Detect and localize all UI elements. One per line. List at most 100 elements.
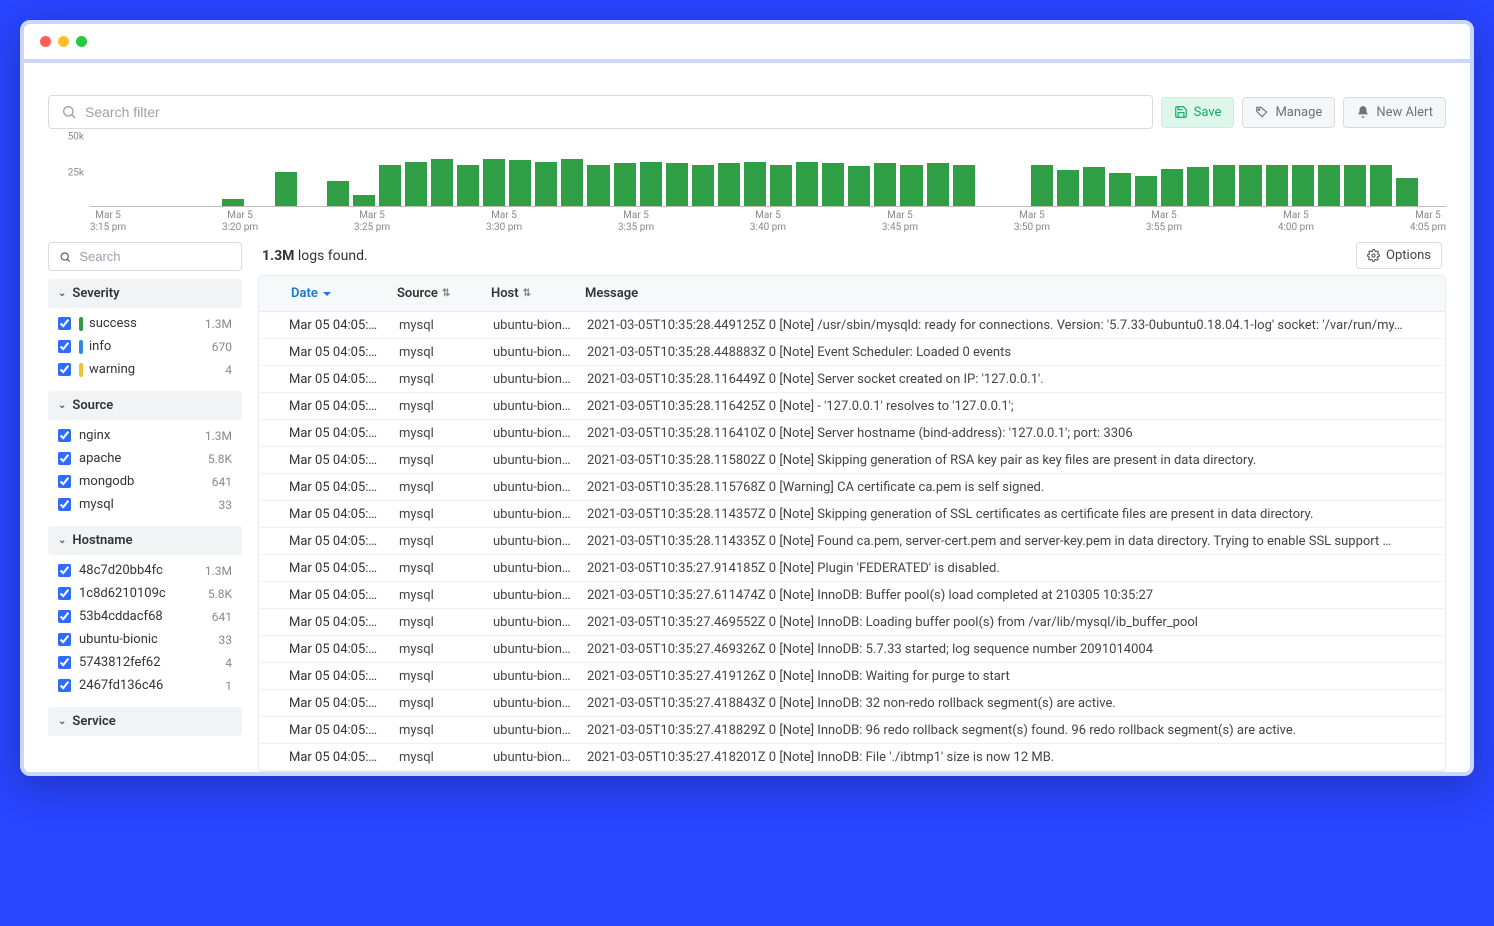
chart-bar[interactable] [1213,165,1235,206]
table-row[interactable]: Mar 05 04:05:39mysqlubuntu-bionic2021-03… [259,366,1445,393]
chart-bar[interactable] [1187,167,1209,206]
table-row[interactable]: Mar 05 04:05:39mysqlubuntu-bionic2021-03… [259,447,1445,474]
chart-bar[interactable] [744,162,766,206]
save-button[interactable]: Save [1161,97,1235,128]
facet-checkbox[interactable] [58,587,71,600]
facet-checkbox[interactable] [58,498,71,511]
facet-search[interactable] [48,242,242,271]
chart-bar[interactable] [353,195,375,206]
chart-bar[interactable] [1396,178,1418,206]
facet-item[interactable]: mongodb641 [50,470,240,493]
chart-bar[interactable] [614,163,636,206]
table-row[interactable]: Mar 05 04:05:39mysqlubuntu-bionic2021-03… [259,663,1445,690]
facet-item[interactable]: nginx1.3M [50,424,240,447]
facet-checkbox[interactable] [58,475,71,488]
facet-item[interactable]: info670 [50,335,240,358]
facet-header[interactable]: ⌄Hostname [48,526,242,555]
chart-bar[interactable] [666,163,688,206]
facet-item[interactable]: 48c7d20bb4fc1.3M [50,559,240,582]
manage-button[interactable]: Manage [1242,97,1335,128]
table-row[interactable]: Mar 05 04:05:39mysqlubuntu-bionic2021-03… [259,555,1445,582]
facet-item[interactable]: warning4 [50,358,240,381]
chart-bar[interactable] [927,163,949,206]
facet-checkbox[interactable] [58,679,71,692]
facet-item[interactable]: success1.3M [50,312,240,335]
chart-bar[interactable] [770,165,792,206]
chart-bar[interactable] [796,162,818,206]
table-row[interactable]: Mar 05 04:05:39mysqlubuntu-bionic2021-03… [259,528,1445,555]
table-row[interactable]: Mar 05 04:05:39mysqlubuntu-bionic2021-03… [259,501,1445,528]
chart-bar[interactable] [848,166,870,206]
facet-header[interactable]: ⌄Severity [48,279,242,308]
facet-header[interactable]: ⌄Service [48,707,242,736]
table-row[interactable]: Mar 05 04:05:39mysqlubuntu-bionic2021-03… [259,609,1445,636]
table-row[interactable]: Mar 05 04:05:39mysqlubuntu-bionic2021-03… [259,582,1445,609]
table-row[interactable]: Mar 05 04:05:39mysqlubuntu-bionic2021-03… [259,420,1445,447]
chart-bar[interactable] [822,163,844,206]
chart-bar[interactable] [561,159,583,206]
chart-bar[interactable] [222,199,244,206]
facet-checkbox[interactable] [58,564,71,577]
chart-bar[interactable] [1031,165,1053,206]
facet-checkbox[interactable] [58,610,71,623]
table-row[interactable]: Mar 05 04:05:39mysqlubuntu-bionic2021-03… [259,690,1445,717]
table-row[interactable]: Mar 05 04:05:39mysqlubuntu-bionic2021-03… [259,339,1445,366]
chart-bar[interactable] [275,172,297,207]
chart-bar[interactable] [1135,176,1157,206]
table-row[interactable]: Mar 05 04:05:39mysqlubuntu-bionic2021-03… [259,744,1445,771]
chart-bar[interactable] [1318,165,1340,206]
facet-item[interactable]: 2467fd136c461 [50,674,240,697]
chart-bar[interactable] [874,163,896,206]
chart-bar[interactable] [405,162,427,206]
chart-bar[interactable] [379,165,401,206]
chart-bar[interactable] [692,165,714,206]
facet-item[interactable]: 53b4cddacf68641 [50,605,240,628]
chart-bar[interactable] [900,165,922,206]
chart-bar[interactable] [1109,173,1131,206]
chart-bar[interactable] [1161,169,1183,206]
chart-bar[interactable] [535,162,557,206]
facet-checkbox[interactable] [58,340,71,353]
facet-item[interactable]: ubuntu-bionic33 [50,628,240,651]
chart-bar[interactable] [1266,165,1288,206]
facet-item[interactable]: 5743812fef624 [50,651,240,674]
table-row[interactable]: Mar 05 04:05:39mysqlubuntu-bionic2021-03… [259,393,1445,420]
facet-checkbox[interactable] [58,452,71,465]
chart-bar[interactable] [327,181,349,206]
facet-header[interactable]: ⌄Source [48,391,242,420]
chart-bar[interactable] [1370,165,1392,206]
chart-bar[interactable] [640,162,662,206]
options-button[interactable]: Options [1356,242,1442,269]
chart-bar[interactable] [509,160,531,206]
column-source[interactable]: Source ⇅ [389,276,483,311]
table-row[interactable]: Mar 05 04:05:39mysqlubuntu-bionic2021-03… [259,636,1445,663]
chart-bar[interactable] [1239,165,1261,206]
chart-bar[interactable] [483,159,505,206]
chart-bar[interactable] [457,165,479,206]
chart-bar[interactable] [1083,167,1105,206]
facet-checkbox[interactable] [58,317,71,330]
chart-bar[interactable] [1057,170,1079,206]
facet-checkbox[interactable] [58,633,71,646]
chart-bar[interactable] [1292,165,1314,206]
chart-bar[interactable] [718,163,740,206]
table-row[interactable]: Mar 05 04:05:39mysqlubuntu-bionic2021-03… [259,474,1445,501]
chart-bar[interactable] [1344,165,1366,206]
table-row[interactable]: Mar 05 04:05:39mysqlubuntu-bionic2021-03… [259,717,1445,744]
chart-bar[interactable] [431,159,453,206]
facet-item[interactable]: 1c8d6210109c5.8K [50,582,240,605]
new-alert-button[interactable]: New Alert [1343,97,1446,128]
column-message[interactable]: Message [577,276,1445,311]
minimize-icon[interactable] [58,36,69,47]
search-filter[interactable] [48,95,1153,129]
facet-checkbox[interactable] [58,656,71,669]
chart-bars[interactable] [90,137,1446,207]
maximize-icon[interactable] [76,36,87,47]
close-icon[interactable] [40,36,51,47]
facet-item[interactable]: mysql33 [50,493,240,516]
chart-bar[interactable] [587,165,609,206]
search-filter-input[interactable] [85,104,1140,120]
table-row[interactable]: Mar 05 04:05:39mysqlubuntu-bionic2021-03… [259,312,1445,339]
facet-item[interactable]: apache5.8K [50,447,240,470]
facet-search-input[interactable] [79,249,231,264]
